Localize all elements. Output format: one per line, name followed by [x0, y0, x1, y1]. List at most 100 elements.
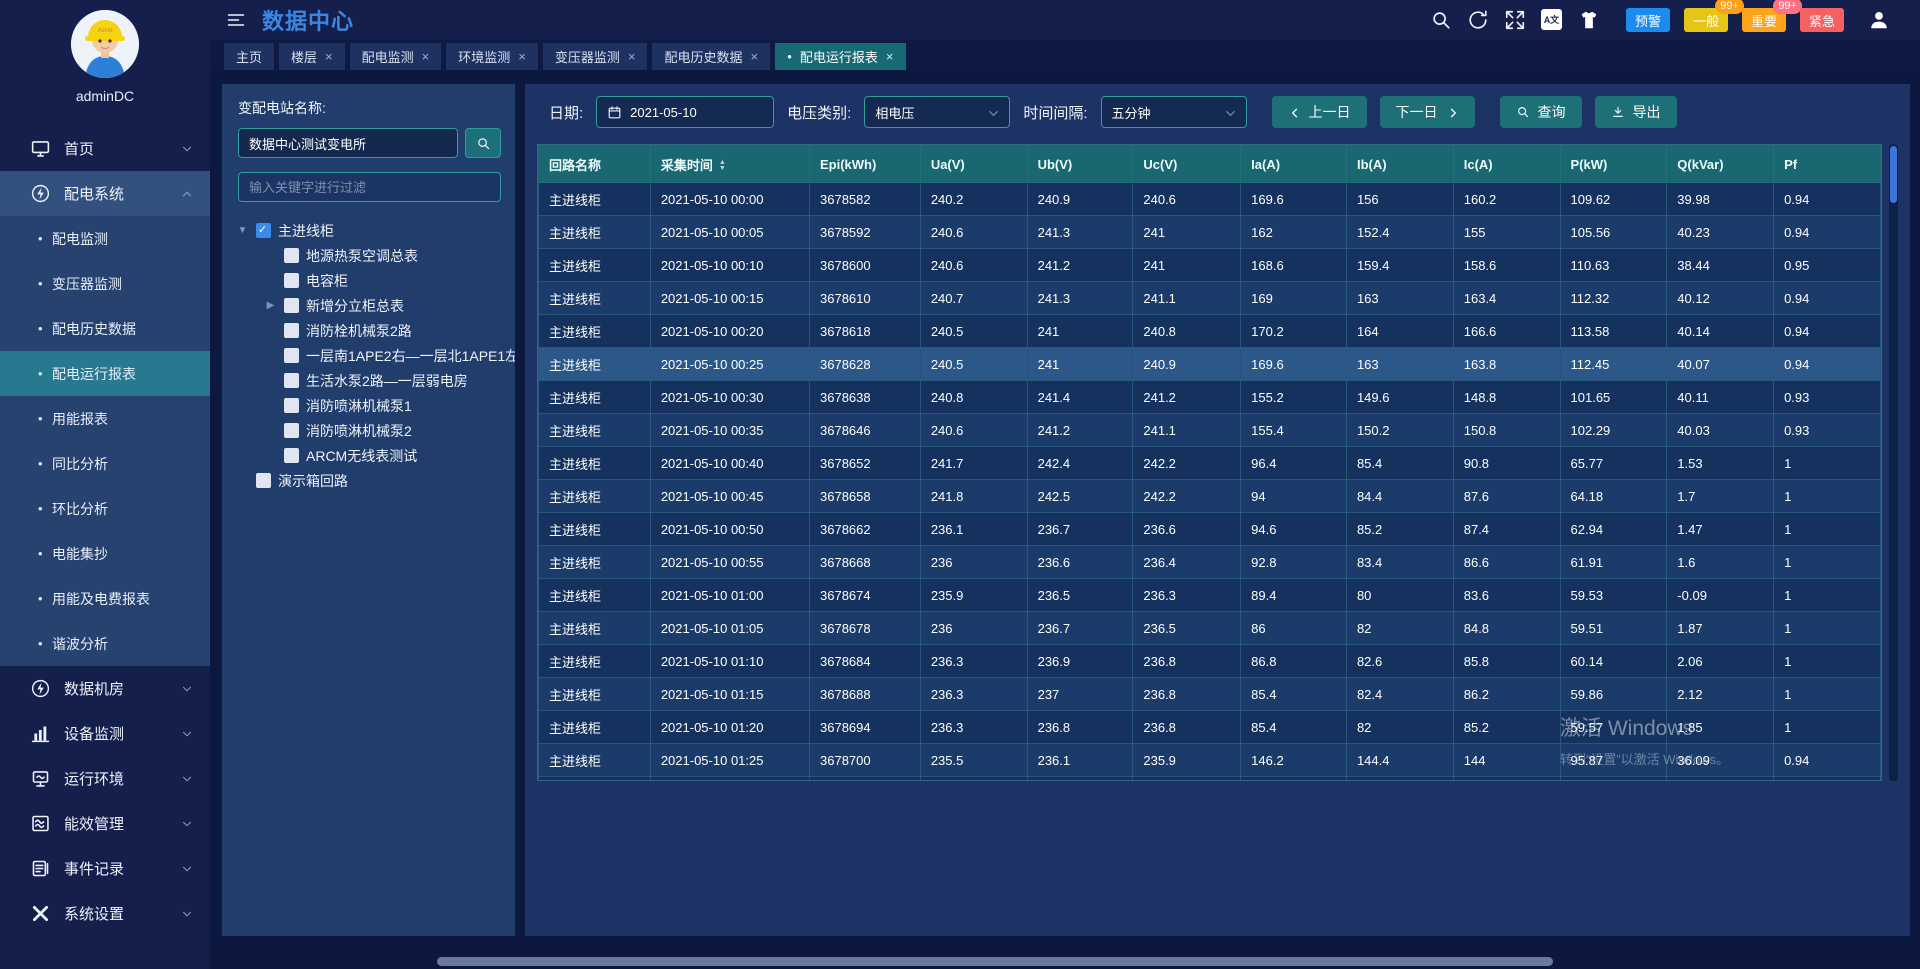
tab-close-icon[interactable]: ×	[518, 50, 526, 63]
alarm-button-一般[interactable]: 一般99+	[1684, 8, 1728, 32]
sidebar-item-系统设置[interactable]: 系统设置	[0, 891, 210, 936]
tab-主页[interactable]: 主页	[224, 43, 274, 70]
tree-checkbox[interactable]	[284, 423, 299, 438]
table-row[interactable]: 主进线柜2021-05-10 00:403678652241.7242.4242…	[539, 447, 1881, 480]
export-button[interactable]: 导出	[1595, 96, 1677, 128]
tree-node-消防喷淋机械泵2[interactable]: 消防喷淋机械泵2	[222, 418, 515, 443]
table-row[interactable]: 主进线柜2021-05-10 00:253678628240.5241240.9…	[539, 348, 1881, 381]
sidebar-item-配电历史数据[interactable]: 配电历史数据	[0, 306, 210, 351]
tab-配电历史数据[interactable]: 配电历史数据×	[652, 43, 770, 70]
table-row[interactable]: 主进线柜2021-05-10 01:203678694236.3236.8236…	[539, 711, 1881, 744]
translate-icon[interactable]: A文	[1541, 9, 1563, 31]
interval-select[interactable]: 五分钟	[1101, 96, 1247, 128]
tab-close-icon[interactable]: ×	[422, 50, 430, 63]
sidebar-item-配电系统[interactable]: 配电系统	[0, 171, 210, 216]
table-row[interactable]: 主进线柜2021-05-10 01:053678678236236.7236.5…	[539, 612, 1881, 645]
voltage-type-select[interactable]: 相电压	[864, 96, 1010, 128]
station-search-button[interactable]	[465, 128, 501, 158]
collapse-menu-icon[interactable]	[226, 10, 246, 30]
tree-node-ARCM无线表测试[interactable]: ARCM无线表测试	[222, 443, 515, 468]
sidebar-item-设备监测[interactable]: 设备监测	[0, 711, 210, 756]
avatar[interactable]: Acrel	[71, 10, 139, 78]
sidebar-item-数据机房[interactable]: 数据机房	[0, 666, 210, 711]
table-row[interactable]: 主进线柜2021-05-10 01:253678700235.5236.1235…	[539, 744, 1881, 777]
sidebar-item-同比分析[interactable]: 同比分析	[0, 441, 210, 486]
table-row[interactable]: 主进线柜2021-05-10 01:103678684236.3236.9236…	[539, 645, 1881, 678]
alarm-button-紧急[interactable]: 紧急	[1800, 8, 1844, 32]
sidebar-item-首页[interactable]: 首页	[0, 126, 210, 171]
sidebar-item-事件记录[interactable]: 事件记录	[0, 846, 210, 891]
user-icon[interactable]	[1868, 9, 1890, 31]
tree-node-消防喷淋机械泵1[interactable]: 消防喷淋机械泵1	[222, 393, 515, 418]
sidebar-item-配电监测[interactable]: 配电监测	[0, 216, 210, 261]
sort-caret-icon[interactable]: ▲▼	[719, 160, 726, 172]
prev-day-button[interactable]: 上一日	[1272, 96, 1367, 128]
sidebar-item-用能及电费报表[interactable]: 用能及电费报表	[0, 576, 210, 621]
table-row[interactable]: 主进线柜2021-05-10 01:003678674235.9236.5236…	[539, 579, 1881, 612]
next-day-button[interactable]: 下一日	[1380, 96, 1475, 128]
alarm-button-重要[interactable]: 重要99+	[1742, 8, 1786, 32]
tree-checkbox[interactable]	[256, 223, 271, 238]
tab-配电运行报表[interactable]: ●配电运行报表×	[775, 43, 905, 70]
tab-close-icon[interactable]: ×	[750, 50, 758, 63]
column-header-采集时间[interactable]: 采集时间▲▼	[650, 146, 809, 183]
tree-checkbox[interactable]	[284, 448, 299, 463]
date-picker[interactable]: 2021-05-10	[596, 96, 774, 128]
table-row[interactable]: 主进线柜2021-05-10 00:303678638240.8241.4241…	[539, 381, 1881, 414]
tab-close-icon[interactable]: ×	[628, 50, 636, 63]
caret-right-icon[interactable]: ▶	[264, 300, 277, 311]
tab-变压器监测[interactable]: 变压器监测×	[543, 43, 648, 70]
sidebar-item-能效管理[interactable]: 能效管理	[0, 801, 210, 846]
sidebar-item-谐波分析[interactable]: 谐波分析	[0, 621, 210, 666]
tree-checkbox[interactable]	[284, 323, 299, 338]
tree-checkbox[interactable]	[284, 273, 299, 288]
sidebar-item-配电运行报表[interactable]: 配电运行报表	[0, 351, 210, 396]
sidebar-item-环比分析[interactable]: 环比分析	[0, 486, 210, 531]
tab-楼层[interactable]: 楼层×	[279, 43, 345, 70]
table-vertical-scrollbar[interactable]	[1889, 144, 1898, 781]
station-name-input[interactable]	[238, 128, 458, 158]
table-row[interactable]: 主进线柜2021-05-10 00:353678646240.6241.2241…	[539, 414, 1881, 447]
theme-icon[interactable]	[1578, 9, 1600, 31]
tab-close-icon[interactable]: ×	[886, 50, 894, 63]
table-row[interactable]: 主进线柜2021-05-10 00:453678658241.8242.5242…	[539, 480, 1881, 513]
tree-node-电容柜[interactable]: 电容柜	[222, 268, 515, 293]
table-row[interactable]: 主进线柜2021-05-10 00:053678592240.6241.3241…	[539, 216, 1881, 249]
table-row[interactable]: 主进线柜2021-05-10 01:153678688236.3237236.8…	[539, 678, 1881, 711]
tab-close-icon[interactable]: ×	[325, 50, 333, 63]
table-row[interactable]: 主进线柜2021-05-10 00:153678610240.7241.3241…	[539, 282, 1881, 315]
table-row[interactable]: 主进线柜2021-05-10 00:003678582240.2240.9240…	[539, 183, 1881, 216]
tree-node-主进线柜[interactable]: ▼主进线柜	[222, 218, 515, 243]
table-row[interactable]: 主进线柜2021-05-10 00:103678600240.6241.2241…	[539, 249, 1881, 282]
caret-down-icon[interactable]: ▼	[236, 225, 249, 236]
search-icon[interactable]	[1430, 9, 1452, 31]
sidebar-item-电能集抄[interactable]: 电能集抄	[0, 531, 210, 576]
fullscreen-icon[interactable]	[1504, 9, 1526, 31]
table-row[interactable]: 主进线柜2021-05-10 00:553678668236236.6236.4…	[539, 546, 1881, 579]
query-button[interactable]: 查询	[1500, 96, 1582, 128]
sidebar-item-变压器监测[interactable]: 变压器监测	[0, 261, 210, 306]
tree-node-消防栓机械泵2路[interactable]: 消防栓机械泵2路	[222, 318, 515, 343]
tree-filter-input[interactable]	[238, 172, 501, 202]
tree-node-一层南1APE2右—一层北1APE1左[interactable]: 一层南1APE2右—一层北1APE1左	[222, 343, 515, 368]
tree-node-演示箱回路[interactable]: 演示箱回路	[222, 468, 515, 493]
tree-checkbox[interactable]	[256, 473, 271, 488]
tree-checkbox[interactable]	[284, 348, 299, 363]
table-row[interactable]: 主进线柜2021-05-10 00:503678662236.1236.7236…	[539, 513, 1881, 546]
refresh-icon[interactable]	[1467, 9, 1489, 31]
tree-node-新增分立柜总表[interactable]: ▶新增分立柜总表	[222, 293, 515, 318]
horizontal-scrollbar-thumb[interactable]	[437, 957, 1553, 966]
tree-checkbox[interactable]	[284, 398, 299, 413]
tab-配电监测[interactable]: 配电监测×	[350, 43, 442, 70]
tree-checkbox[interactable]	[284, 298, 299, 313]
table-row[interactable]: 主进线柜2021-05-10 00:203678618240.5241240.8…	[539, 315, 1881, 348]
alarm-button-预警[interactable]: 预警	[1626, 8, 1670, 32]
tree-node-地源热泵空调总表[interactable]: 地源热泵空调总表	[222, 243, 515, 268]
tree-checkbox[interactable]	[284, 373, 299, 388]
tab-环境监测[interactable]: 环境监测×	[446, 43, 538, 70]
tree-node-生活水泵2路—一层弱电房[interactable]: 生活水泵2路—一层弱电房	[222, 368, 515, 393]
sidebar-item-运行环境[interactable]: 运行环境	[0, 756, 210, 801]
scrollbar-thumb[interactable]	[1890, 146, 1897, 203]
tree-checkbox[interactable]	[284, 248, 299, 263]
sidebar-item-用能报表[interactable]: 用能报表	[0, 396, 210, 441]
